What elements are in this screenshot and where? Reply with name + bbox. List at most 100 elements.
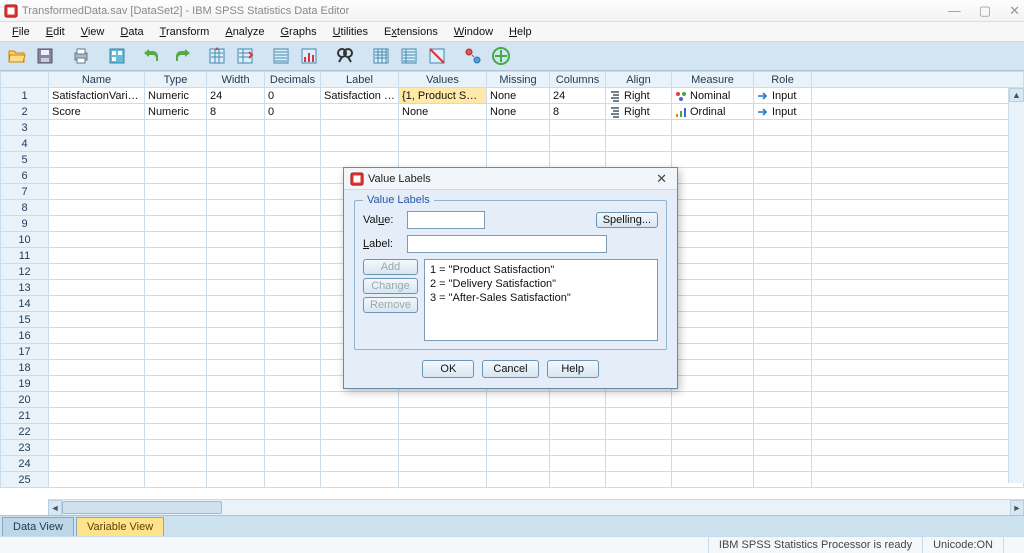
cell-name[interactable] xyxy=(49,392,145,408)
col-name[interactable]: Name xyxy=(49,72,145,88)
cell-type[interactable] xyxy=(145,328,207,344)
weight-cases-icon[interactable] xyxy=(396,44,422,68)
cell-decimals[interactable] xyxy=(265,472,321,488)
cell-values[interactable] xyxy=(399,408,487,424)
cell-values[interactable] xyxy=(399,440,487,456)
cell-role[interactable] xyxy=(754,344,812,360)
cell-decimals[interactable] xyxy=(265,168,321,184)
cell-width[interactable] xyxy=(207,376,265,392)
cell-measure[interactable] xyxy=(672,424,754,440)
cell-measure[interactable] xyxy=(672,232,754,248)
cell-name[interactable] xyxy=(49,424,145,440)
cell-values[interactable] xyxy=(399,456,487,472)
cell-decimals[interactable] xyxy=(265,440,321,456)
cell-decimals[interactable] xyxy=(265,296,321,312)
cell-type[interactable] xyxy=(145,136,207,152)
cell-decimals[interactable] xyxy=(265,184,321,200)
cell-name[interactable] xyxy=(49,296,145,312)
cell-columns[interactable] xyxy=(550,120,606,136)
cell-name[interactable] xyxy=(49,248,145,264)
cell-align[interactable] xyxy=(606,152,672,168)
cell-measure[interactable] xyxy=(672,280,754,296)
cell-name[interactable] xyxy=(49,456,145,472)
col-width[interactable]: Width xyxy=(207,72,265,88)
cell-width[interactable] xyxy=(207,328,265,344)
row-number[interactable]: 7 xyxy=(1,184,49,200)
cell-measure[interactable] xyxy=(672,312,754,328)
cell-role[interactable] xyxy=(754,360,812,376)
cell-role[interactable] xyxy=(754,280,812,296)
cell-role[interactable] xyxy=(754,312,812,328)
cell-decimals[interactable] xyxy=(265,216,321,232)
cell-measure[interactable]: Nominal xyxy=(672,88,754,104)
col-align[interactable]: Align xyxy=(606,72,672,88)
cell-missing[interactable] xyxy=(487,424,550,440)
cell-role[interactable] xyxy=(754,376,812,392)
row-number[interactable]: 12 xyxy=(1,264,49,280)
list-item[interactable]: 1 = "Product Satisfaction" xyxy=(430,263,652,277)
select-cases-icon[interactable] xyxy=(424,44,450,68)
cell-role[interactable] xyxy=(754,136,812,152)
cell-width[interactable] xyxy=(207,408,265,424)
row-number[interactable]: 22 xyxy=(1,424,49,440)
menu-data[interactable]: Data xyxy=(112,24,151,40)
cell-name[interactable] xyxy=(49,344,145,360)
cell-measure[interactable] xyxy=(672,376,754,392)
row-number[interactable]: 15 xyxy=(1,312,49,328)
cell-label[interactable] xyxy=(321,424,399,440)
spelling-button[interactable]: Spelling... xyxy=(596,212,658,228)
cell-role[interactable] xyxy=(754,216,812,232)
value-labels-icon[interactable] xyxy=(460,44,486,68)
cell-measure[interactable] xyxy=(672,456,754,472)
cell-width[interactable]: 24 xyxy=(207,88,265,104)
run-descriptives-icon[interactable] xyxy=(296,44,322,68)
cell-role[interactable] xyxy=(754,296,812,312)
cell-type[interactable] xyxy=(145,424,207,440)
cell-values[interactable] xyxy=(399,472,487,488)
horizontal-scrollbar[interactable]: ◄ ► xyxy=(48,499,1024,515)
cell-align[interactable] xyxy=(606,408,672,424)
cell-role[interactable] xyxy=(754,200,812,216)
cell-role[interactable] xyxy=(754,168,812,184)
menu-edit[interactable]: Edit xyxy=(38,24,73,40)
cell-decimals[interactable] xyxy=(265,200,321,216)
row-number[interactable]: 16 xyxy=(1,328,49,344)
cell-missing[interactable] xyxy=(487,136,550,152)
cell-decimals[interactable] xyxy=(265,376,321,392)
table-row[interactable]: 1SatisfactionVariablesNumeric240Satisfac… xyxy=(1,88,1024,104)
cell-align[interactable] xyxy=(606,136,672,152)
vertical-scrollbar[interactable]: ▲ xyxy=(1008,88,1024,483)
cell-decimals[interactable] xyxy=(265,232,321,248)
use-variable-sets-icon[interactable] xyxy=(488,44,514,68)
cell-decimals[interactable] xyxy=(265,360,321,376)
cell-missing[interactable] xyxy=(487,440,550,456)
cell-label[interactable] xyxy=(321,408,399,424)
cancel-button[interactable]: Cancel xyxy=(482,360,538,378)
cell-measure[interactable] xyxy=(672,168,754,184)
close-button[interactable]: ✕ xyxy=(1009,3,1020,19)
cell-columns[interactable]: 8 xyxy=(550,104,606,120)
cell-label[interactable] xyxy=(321,456,399,472)
cell-width[interactable] xyxy=(207,344,265,360)
cell-type[interactable] xyxy=(145,296,207,312)
cell-type[interactable] xyxy=(145,120,207,136)
cell-name[interactable] xyxy=(49,184,145,200)
cell-missing[interactable] xyxy=(487,120,550,136)
menu-file[interactable]: File xyxy=(4,24,38,40)
cell-measure[interactable] xyxy=(672,184,754,200)
cell-label[interactable] xyxy=(321,440,399,456)
cell-name[interactable]: Score xyxy=(49,104,145,120)
cell-width[interactable] xyxy=(207,216,265,232)
row-number[interactable]: 1 xyxy=(1,88,49,104)
cell-type[interactable] xyxy=(145,200,207,216)
cell-width[interactable] xyxy=(207,264,265,280)
cell-columns[interactable] xyxy=(550,440,606,456)
scroll-up-icon[interactable]: ▲ xyxy=(1009,88,1024,102)
cell-columns[interactable] xyxy=(550,408,606,424)
cell-type[interactable] xyxy=(145,232,207,248)
row-number[interactable]: 9 xyxy=(1,216,49,232)
menu-graphs[interactable]: Graphs xyxy=(272,24,324,40)
cell-role[interactable] xyxy=(754,472,812,488)
row-number[interactable]: 3 xyxy=(1,120,49,136)
cell-align[interactable]: Right xyxy=(606,88,672,104)
